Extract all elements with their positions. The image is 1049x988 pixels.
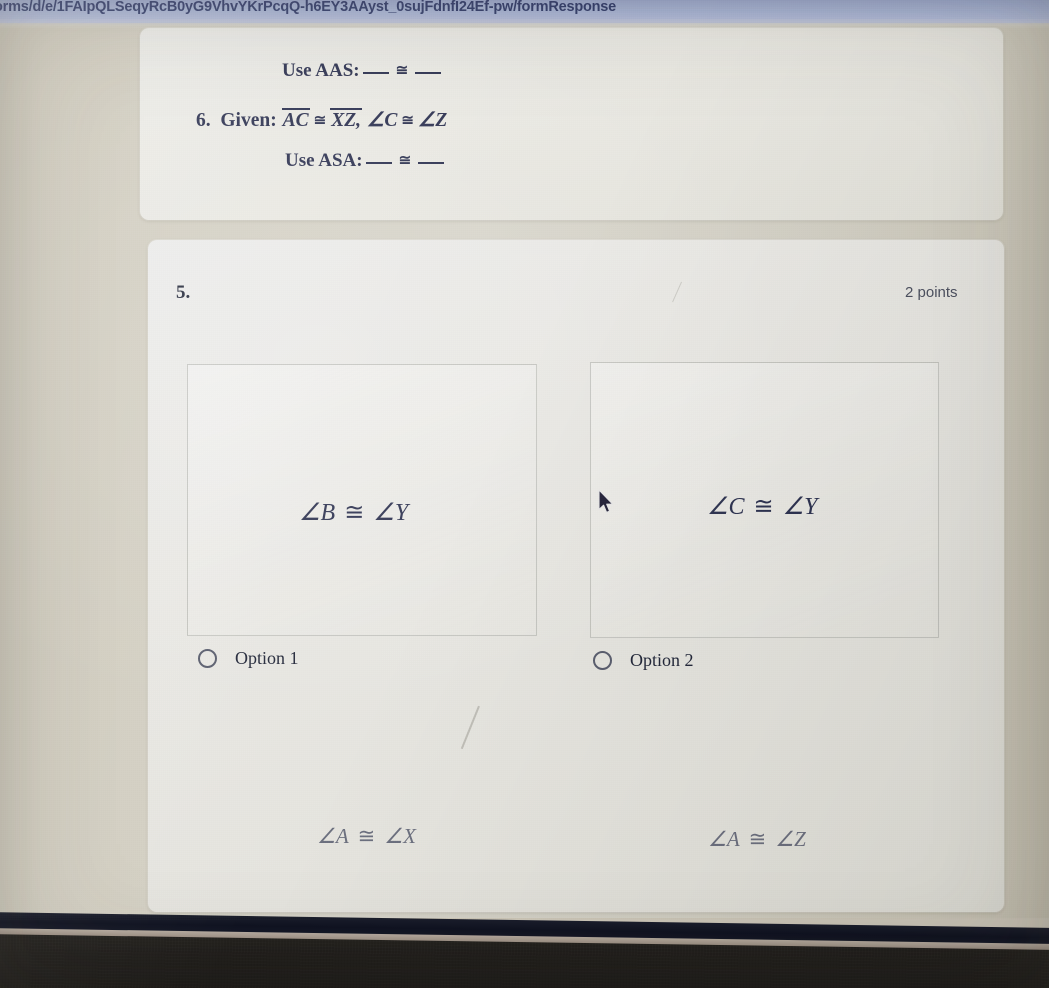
choice-2-angle-right: ∠Y [782,494,818,520]
mouse-cursor-arrow-pointer-icon [598,489,616,515]
choice-2-angle-left: ∠C [707,494,745,520]
use-aas-label: Use AAS: [282,60,360,81]
radio-option-1[interactable]: Option 1 [198,648,299,669]
lower-1-angle-left: ∠A [317,824,349,848]
choice-1-angle-left: ∠B [299,500,336,526]
radio-option-1-label: Option 1 [235,648,299,668]
screenshot-root: orms/d/e/1FAIpQLSeqyRcB0yG9VhvYKrPcqQ-h6… [0,0,1049,988]
question-points-label: 2 points [905,284,958,301]
asa-blank-2 [418,162,445,164]
url-bar-shadow [0,19,1049,29]
lower-1-angle-right: ∠X [384,824,416,848]
radio-option-2-label: Option 2 [630,650,694,670]
url-text: orms/d/e/1FAIpQLSeqyRcB0yG9VhvYKrPcqQ-h6… [0,0,617,15]
given-number: 6. [196,110,211,131]
choice-2-congruent: ≅ [753,494,774,520]
given-congruent-1: ≅ [313,113,327,129]
aas-blank-1 [362,72,389,74]
use-aas-line: Use AAS: ≅ [282,60,444,82]
radio-circle-icon-1[interactable] [198,649,217,668]
choice-1-congruent: ≅ [344,500,365,526]
lower-2-angle-left: ∠A [708,827,740,851]
aas-blank-2 [415,72,442,74]
use-asa-line: Use ASA: ≅ [285,150,447,172]
given-angle-c: ∠C [366,110,398,131]
question-number: 5. [176,282,191,303]
given-segment-ac: AC [281,108,310,131]
given-angle-z: ∠Z [417,110,448,131]
given-segment-xz: XZ, [330,108,362,131]
choice-image-1-math: ∠B ≅ ∠Y [299,498,408,527]
radio-option-2[interactable]: Option 2 [593,650,694,671]
asa-blank-1 [365,162,392,164]
aas-congruent-symbol: ≅ [395,63,409,79]
choice-image-2-math: ∠C ≅ ∠Y [707,492,818,521]
asa-congruent-symbol: ≅ [398,153,412,169]
lower-math-2: ∠A ≅ ∠Z [708,827,806,852]
choice-1-angle-right: ∠Y [373,500,409,526]
radio-circle-icon-2[interactable] [593,651,612,670]
given-line: 6. Given: AC ≅ XZ, ∠C ≅ ∠Z [196,108,447,132]
use-asa-label: Use ASA: [285,150,363,171]
given-congruent-2: ≅ [401,113,414,129]
lower-2-congruent: ≅ [748,827,767,851]
lower-math-1: ∠A ≅ ∠X [317,824,416,849]
lower-2-angle-right: ∠Z [775,827,806,851]
given-label: Given: [220,110,277,131]
lower-1-congruent: ≅ [357,824,376,848]
